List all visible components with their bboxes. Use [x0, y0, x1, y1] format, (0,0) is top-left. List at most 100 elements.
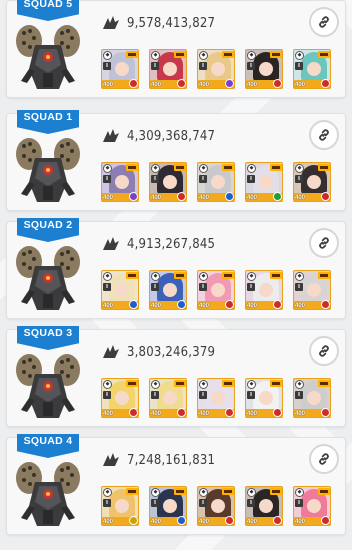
character-card[interactable]: [245, 162, 283, 202]
level-label: [151, 82, 161, 88]
character-card[interactable]: [197, 162, 235, 202]
character-card[interactable]: [197, 270, 235, 310]
weapon-icon: [174, 488, 186, 495]
character-card[interactable]: [101, 162, 139, 202]
boss-portrait: [16, 354, 80, 418]
rank-icon: [103, 391, 111, 399]
character-card[interactable]: [197, 49, 235, 89]
burst-icon: [103, 488, 112, 497]
burst-icon: [247, 488, 256, 497]
burst-icon: [103, 51, 112, 60]
weapon-icon: [126, 164, 138, 171]
rank-icon: [103, 283, 111, 291]
damage-score: 4,913,267,845: [127, 236, 216, 252]
weapon-icon: [222, 164, 234, 171]
character-card[interactable]: [101, 270, 139, 310]
level-label: [247, 303, 257, 309]
element-icon: [129, 300, 138, 309]
element-icon: [225, 300, 234, 309]
character-card[interactable]: [101, 49, 139, 89]
character-card[interactable]: [245, 378, 283, 418]
character-card[interactable]: [245, 270, 283, 310]
weapon-icon: [270, 488, 282, 495]
level-label: [247, 195, 257, 201]
copy-link-button[interactable]: [309, 444, 339, 474]
level-label: [103, 411, 113, 417]
element-icon: [129, 79, 138, 88]
boss-portrait: [16, 462, 80, 526]
character-card[interactable]: [293, 49, 331, 89]
weapon-icon: [222, 272, 234, 279]
weapon-icon: [270, 380, 282, 387]
weapon-icon: [222, 488, 234, 495]
character-card[interactable]: [293, 270, 331, 310]
score-row: 7,248,161,831: [103, 450, 215, 470]
character-card[interactable]: [101, 486, 139, 526]
element-icon: [225, 408, 234, 417]
link-icon: [319, 16, 329, 28]
character-card[interactable]: [197, 378, 235, 418]
character-card[interactable]: [245, 486, 283, 526]
rank-icon: [151, 62, 159, 70]
damage-score: 9,578,413,827: [127, 15, 216, 31]
boss-portrait: [16, 25, 80, 89]
burst-icon: [151, 164, 160, 173]
rank-icon: [103, 175, 111, 183]
damage-icon: [103, 237, 119, 250]
element-icon: [321, 192, 330, 201]
character-card[interactable]: [197, 486, 235, 526]
character-card[interactable]: [293, 378, 331, 418]
level-label: [103, 303, 113, 309]
element-icon: [177, 300, 186, 309]
squad-panel-1: SQUAD 1 4,309,368,747: [6, 110, 346, 211]
copy-link-button[interactable]: [309, 336, 339, 366]
boss-portrait: [16, 246, 80, 310]
weapon-icon: [318, 488, 330, 495]
rank-icon: [247, 499, 255, 507]
level-label: [247, 519, 257, 525]
copy-link-button[interactable]: [309, 228, 339, 258]
weapon-icon: [318, 272, 330, 279]
level-label: [151, 303, 161, 309]
level-label: [295, 195, 305, 201]
element-icon: [321, 516, 330, 525]
rank-icon: [103, 62, 111, 70]
damage-score: 3,803,246,379: [127, 344, 216, 360]
level-label: [247, 411, 257, 417]
character-card[interactable]: [101, 378, 139, 418]
burst-icon: [151, 51, 160, 60]
weapon-icon: [222, 51, 234, 58]
character-card[interactable]: [149, 49, 187, 89]
character-card[interactable]: [149, 486, 187, 526]
character-card[interactable]: [149, 162, 187, 202]
rank-icon: [247, 175, 255, 183]
weapon-icon: [318, 51, 330, 58]
burst-icon: [199, 51, 208, 60]
character-card[interactable]: [293, 486, 331, 526]
weapon-icon: [126, 380, 138, 387]
rank-icon: [199, 499, 207, 507]
element-icon: [129, 408, 138, 417]
character-cards: [101, 486, 331, 526]
link-icon: [319, 345, 329, 357]
squad-panel-3: SQUAD 3 3,803,246,379: [6, 326, 346, 427]
rank-icon: [151, 499, 159, 507]
burst-icon: [151, 272, 160, 281]
rank-icon: [103, 499, 111, 507]
character-card[interactable]: [149, 378, 187, 418]
copy-link-button[interactable]: [309, 120, 339, 150]
copy-link-button[interactable]: [309, 7, 339, 37]
rank-icon: [295, 62, 303, 70]
rank-icon: [199, 62, 207, 70]
level-label: [103, 519, 113, 525]
character-card[interactable]: [245, 49, 283, 89]
character-card[interactable]: [293, 162, 331, 202]
burst-icon: [295, 488, 304, 497]
element-icon: [273, 192, 282, 201]
rank-icon: [247, 283, 255, 291]
rank-icon: [295, 391, 303, 399]
weapon-icon: [270, 272, 282, 279]
rank-icon: [151, 283, 159, 291]
level-label: [295, 303, 305, 309]
character-card[interactable]: [149, 270, 187, 310]
